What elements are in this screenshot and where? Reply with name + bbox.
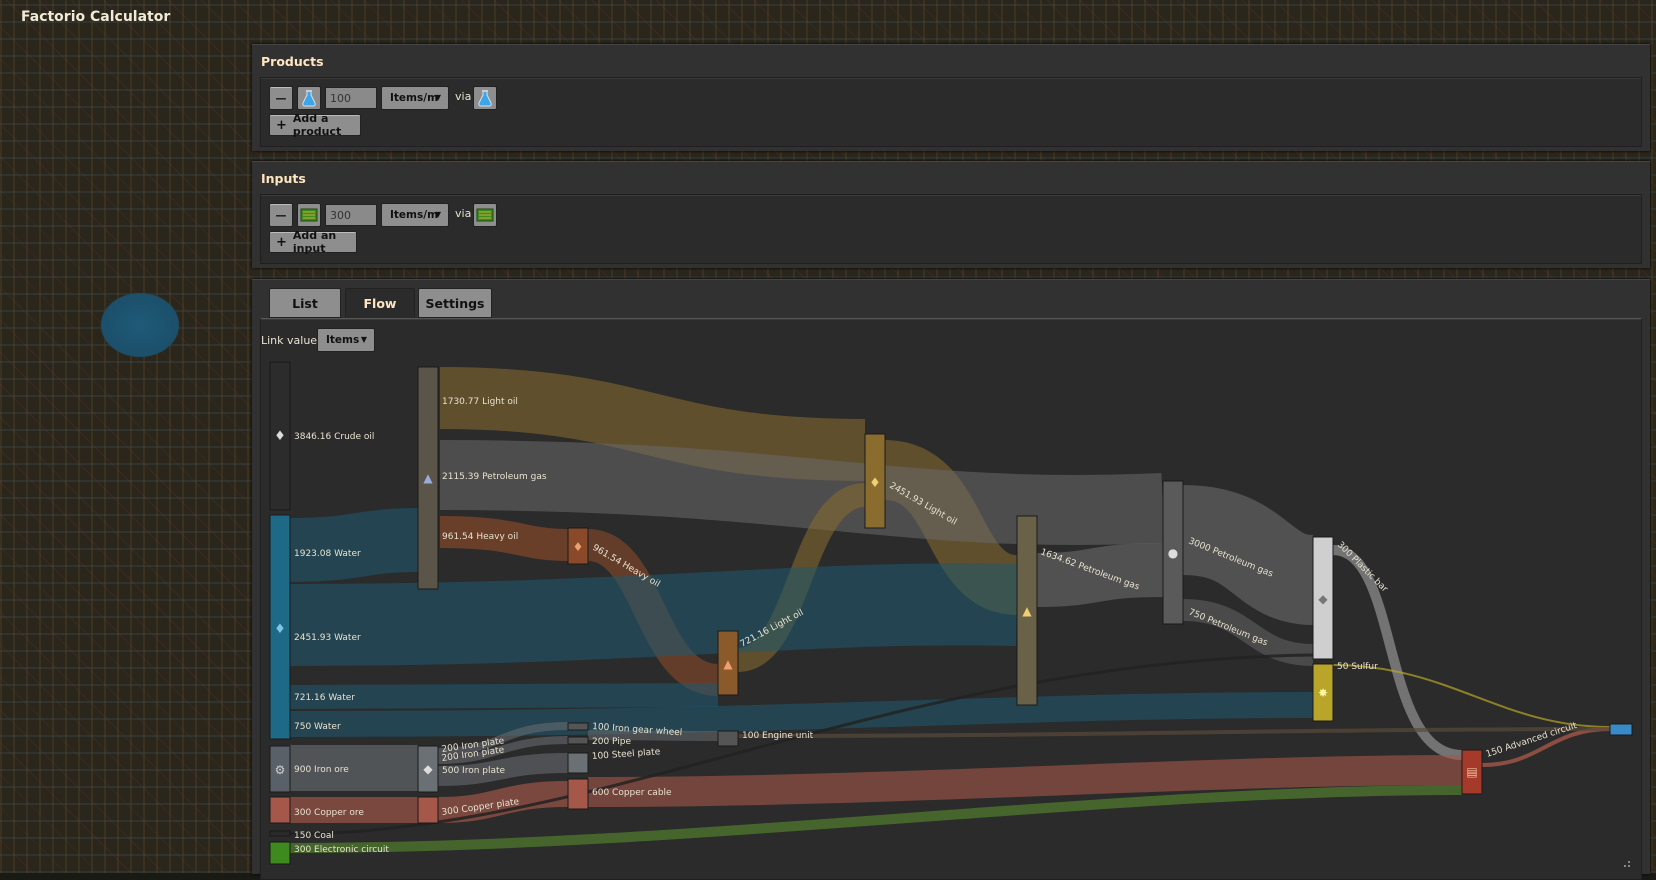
products-list: — Items/m ▼ via + Add a product <box>260 77 1642 147</box>
product-item-selector[interactable] <box>297 86 321 110</box>
flow-view: Link value Items ▼ <box>260 318 1642 880</box>
tab-flow[interactable]: Flow <box>345 288 415 318</box>
add-input-label: Add an input <box>292 229 337 255</box>
results-panel: List Flow Settings Link value Items ▼ <box>252 279 1650 880</box>
products-panel: Products — Items/m ▼ via + Add a product <box>252 44 1650 151</box>
plus-icon: + <box>276 117 287 133</box>
add-product-button[interactable]: + Add a product <box>269 112 361 138</box>
via-label: via <box>455 207 472 220</box>
input-item-selector[interactable] <box>297 203 321 227</box>
remove-product-button[interactable]: — <box>269 86 293 110</box>
tab-settings[interactable]: Settings <box>418 288 492 318</box>
product-amount-input[interactable] <box>325 87 377 109</box>
link-value-select[interactable]: Items ▼ <box>317 328 375 352</box>
rate-unit-label: Items/m <box>390 92 439 104</box>
product-recipe-selector[interactable] <box>473 86 497 110</box>
electronic-circuit-icon <box>300 208 318 222</box>
link-value-text: Items <box>326 334 360 346</box>
add-product-label: Add a product <box>292 112 342 138</box>
app-title: Factorio Calculator <box>21 9 171 25</box>
via-label: via <box>455 90 472 103</box>
link-value-label: Link value <box>261 334 318 347</box>
flask-icon <box>302 90 316 107</box>
electronic-circuit-icon <box>476 208 494 222</box>
products-title: Products <box>261 54 324 69</box>
add-input-button[interactable]: + Add an input <box>269 229 357 255</box>
flask-icon <box>478 90 492 107</box>
chevron-down-icon: ▼ <box>434 210 441 219</box>
input-amount-input[interactable] <box>325 204 377 226</box>
rate-unit-label: Items/m <box>390 209 439 221</box>
inputs-title: Inputs <box>261 171 306 186</box>
tab-list[interactable]: List <box>269 288 341 318</box>
product-rate-unit-select[interactable]: Items/m ▼ <box>381 86 449 110</box>
chevron-down-icon: ▼ <box>360 335 367 344</box>
input-recipe-selector[interactable] <box>473 203 497 227</box>
input-rate-unit-select[interactable]: Items/m ▼ <box>381 203 449 227</box>
inputs-list: — Items/m ▼ via + Add an input <box>260 194 1642 264</box>
remove-input-button[interactable]: — <box>269 203 293 227</box>
inputs-panel: Inputs — Items/m ▼ via + Add an input <box>252 161 1650 268</box>
chevron-down-icon: ▼ <box>434 93 441 102</box>
plus-icon: + <box>276 234 287 250</box>
